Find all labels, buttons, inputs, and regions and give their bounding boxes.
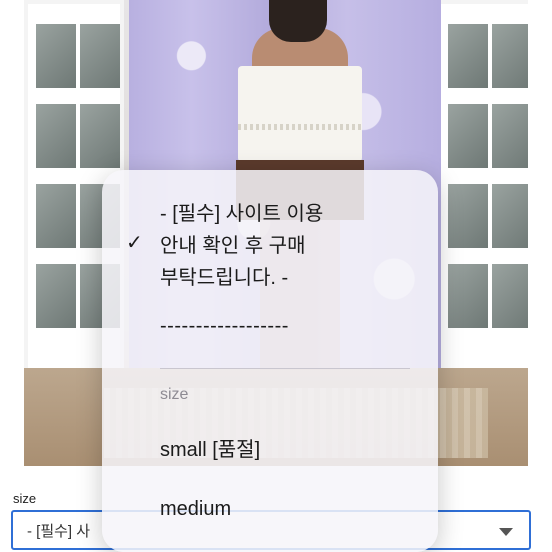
option-required-notice[interactable]: - [필수] 사이트 이용 안내 확인 후 구매 부탁드립니다. - [160, 198, 323, 294]
size-options-popover: - [필수] 사이트 이용 안내 확인 후 구매 부탁드립니다. - ✓ ---… [102, 170, 438, 552]
white-camisole-top [238, 66, 362, 162]
option-required-notice-line3: 부탁드립니다. - [160, 267, 289, 289]
option-required-notice-line1: - [필수] 사이트 이용 [160, 203, 324, 225]
french-door-right [436, 0, 528, 372]
option-medium[interactable]: medium [160, 493, 231, 525]
section-divider [160, 368, 410, 369]
chevron-down-icon[interactable] [499, 528, 513, 536]
option-required-notice-line2: 안내 확인 후 구매 [160, 235, 306, 257]
option-small[interactable]: small [품절] [160, 434, 260, 466]
size-label: size [13, 491, 37, 506]
size-select-value: - [필수] 사 [27, 522, 91, 540]
section-header-size: size [160, 386, 189, 403]
model-hair [269, 0, 327, 42]
option-separator[interactable]: ------------------ [160, 310, 289, 342]
checkmark-icon: ✓ [126, 232, 143, 254]
